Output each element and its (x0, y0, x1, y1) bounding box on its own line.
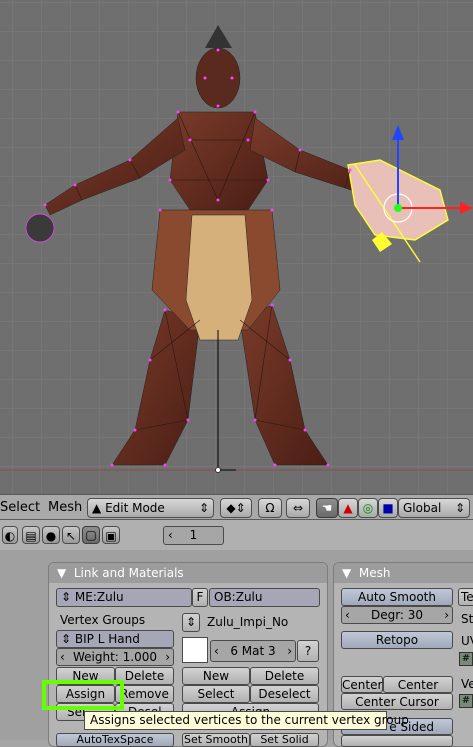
mesh-mode-icon: ▲ (92, 501, 102, 515)
mesh-panel-title: Mesh (358, 566, 391, 580)
menu-select[interactable]: Select (0, 495, 40, 521)
buttons-window-icon: ◐ (4, 529, 16, 543)
weight-field[interactable]: ‹ Weight: 1.000 › (56, 648, 174, 666)
shading-context-button[interactable]: ● (42, 526, 60, 544)
tooltip: Assigns selected vertices to the current… (84, 711, 409, 730)
no-vnormal-flip-button[interactable] (341, 735, 453, 747)
fake-user-button[interactable]: F (192, 588, 208, 607)
mesh-datablock-name: ME:Zulu (74, 590, 124, 604)
decrement-arrow-icon: ‹ (214, 644, 219, 658)
vertex-groups-label: Vertex Groups (60, 613, 146, 627)
mode-dropdown-label: Edit Mode (105, 501, 165, 515)
link-panel-header[interactable]: ▼ Link and Materials (49, 563, 327, 583)
uv-texture-label: UV (461, 634, 473, 648)
hand-icon: ☚ (321, 501, 333, 515)
grid-icon: # (461, 695, 471, 706)
window-type-button[interactable]: ◐ (2, 526, 18, 544)
center-button[interactable]: Center (341, 676, 383, 693)
set-smooth-button[interactable]: Set Smooth (182, 733, 250, 747)
mesh-panel-header[interactable]: ▼ Mesh (334, 563, 473, 583)
collapse-triangle-icon: ▼ (342, 566, 352, 580)
buttons-window-header: ◐ ▤ ● ↖ ▢ ▣ ‹ 1 (0, 520, 473, 550)
scale-button[interactable]: ■ (378, 498, 398, 518)
editing-context-button[interactable]: ▢ (82, 526, 100, 544)
3d-viewport[interactable] (0, 0, 473, 494)
orientation-dropdown[interactable]: Global ⇕ (398, 498, 470, 518)
manipulator-toggle[interactable]: ☚ (316, 498, 338, 518)
updown-arrow-icon: ⇕ (61, 632, 72, 646)
material-color-swatch[interactable] (182, 637, 208, 663)
3d-view-header: Select Mesh ▲ Edit Mode ⇕ ◆⇕ Ω ⇔ ☚ ▲ ◎ ■… (0, 494, 473, 520)
vertex-color-label: Ve (461, 677, 473, 691)
snap-icon: ⇔ (292, 501, 304, 515)
logic-context-button[interactable]: ▤ (22, 526, 40, 544)
material-new-button[interactable]: New (182, 667, 250, 685)
center-new-button[interactable]: Center New (383, 676, 453, 709)
proportional-button[interactable]: Ω (258, 498, 282, 518)
object-name-field[interactable]: OB:Zulu (209, 588, 320, 607)
weight-value: Weight: 1.000 (72, 650, 158, 664)
frame-number-value: 1 (189, 528, 198, 542)
frame-number-field[interactable]: ‹ 1 (163, 526, 224, 545)
decrement-arrow-icon: ‹ (168, 528, 173, 542)
vertex-group-selector[interactable]: ⇕ BIP L Hand (56, 630, 174, 648)
translate-button[interactable]: ▲ (338, 498, 358, 518)
increment-arrow-icon: › (287, 644, 292, 658)
autotexspace-button[interactable]: AutoTexSpace (56, 733, 174, 747)
increment-arrow-icon: › (444, 608, 449, 622)
updown-arrow-icon: ⇕ (185, 615, 197, 629)
material-deselect-button[interactable]: Deselect (250, 685, 319, 703)
material-slot-value: 6 Mat 3 (230, 644, 276, 658)
uv-add-button[interactable]: # (459, 652, 473, 666)
scale-icon: ■ (382, 501, 394, 515)
decrement-arrow-icon: ‹ (345, 608, 350, 622)
object-context-button[interactable]: ↖ (62, 526, 80, 544)
set-solid-button[interactable]: Set Solid (250, 733, 319, 747)
texmesh-field[interactable]: Te (458, 588, 473, 606)
material-browse-button[interactable]: ⇕ (182, 613, 200, 632)
grid-icon: # (461, 653, 471, 664)
material-help-button[interactable]: ? (297, 640, 319, 662)
retopo-button[interactable]: Retopo (341, 631, 453, 649)
translate-icon: ▲ (343, 501, 353, 515)
vcol-add-button[interactable]: # (459, 694, 473, 708)
auto-smooth-button[interactable]: Auto Smooth (341, 588, 453, 606)
logic-icon: ▤ (25, 529, 37, 543)
sticky-label: St (461, 612, 473, 626)
magnet-icon: Ω (265, 501, 275, 515)
updown-arrow-icon: ⇕ (454, 501, 465, 515)
rotate-icon: ◎ (362, 501, 374, 515)
updown-arrow-icon: ⇕ (198, 501, 209, 515)
scene-image-icon: ▣ (105, 529, 117, 543)
increment-arrow-icon: › (165, 650, 170, 664)
material-name-label: Zulu_Impi_No (207, 615, 289, 629)
material-delete-button[interactable]: Delete (250, 667, 319, 685)
scene-context-button[interactable]: ▣ (102, 526, 120, 544)
updown-arrow-icon: ⇕ (235, 501, 246, 515)
editing-square-icon: ▢ (85, 528, 97, 542)
updown-arrow-icon: ⇕ (61, 590, 72, 604)
shading-sphere-icon: ● (45, 529, 57, 543)
smooth-degree-field[interactable]: ‹ Degr: 30 › (341, 606, 453, 624)
shading-dropdown[interactable]: ◆⇕ (220, 498, 252, 518)
rotate-button[interactable]: ◎ (358, 498, 378, 518)
mode-dropdown[interactable]: ▲ Edit Mode ⇕ (87, 498, 214, 518)
vertex-group-name: BIP L Hand (74, 632, 140, 646)
decrement-arrow-icon: ‹ (60, 650, 65, 664)
snap-button[interactable]: ⇔ (286, 498, 310, 518)
mesh-datablock-field[interactable]: ⇕ ME:Zulu (56, 588, 192, 607)
orientation-label: Global (403, 501, 442, 515)
highlight-box (42, 680, 124, 710)
solid-shading-icon: ◆ (226, 501, 236, 515)
material-slot-field[interactable]: ‹ 6 Mat 3 › (210, 640, 296, 662)
object-axis-icon: ↖ (65, 529, 77, 543)
menu-mesh[interactable]: Mesh (48, 495, 82, 521)
material-select-button[interactable]: Select (182, 685, 250, 703)
smooth-degree-value: Degr: 30 (370, 608, 424, 622)
link-panel-title: Link and Materials (73, 566, 184, 580)
collapse-triangle-icon: ▼ (57, 566, 67, 580)
center-cursor-button[interactable]: Center Cursor (341, 693, 453, 710)
